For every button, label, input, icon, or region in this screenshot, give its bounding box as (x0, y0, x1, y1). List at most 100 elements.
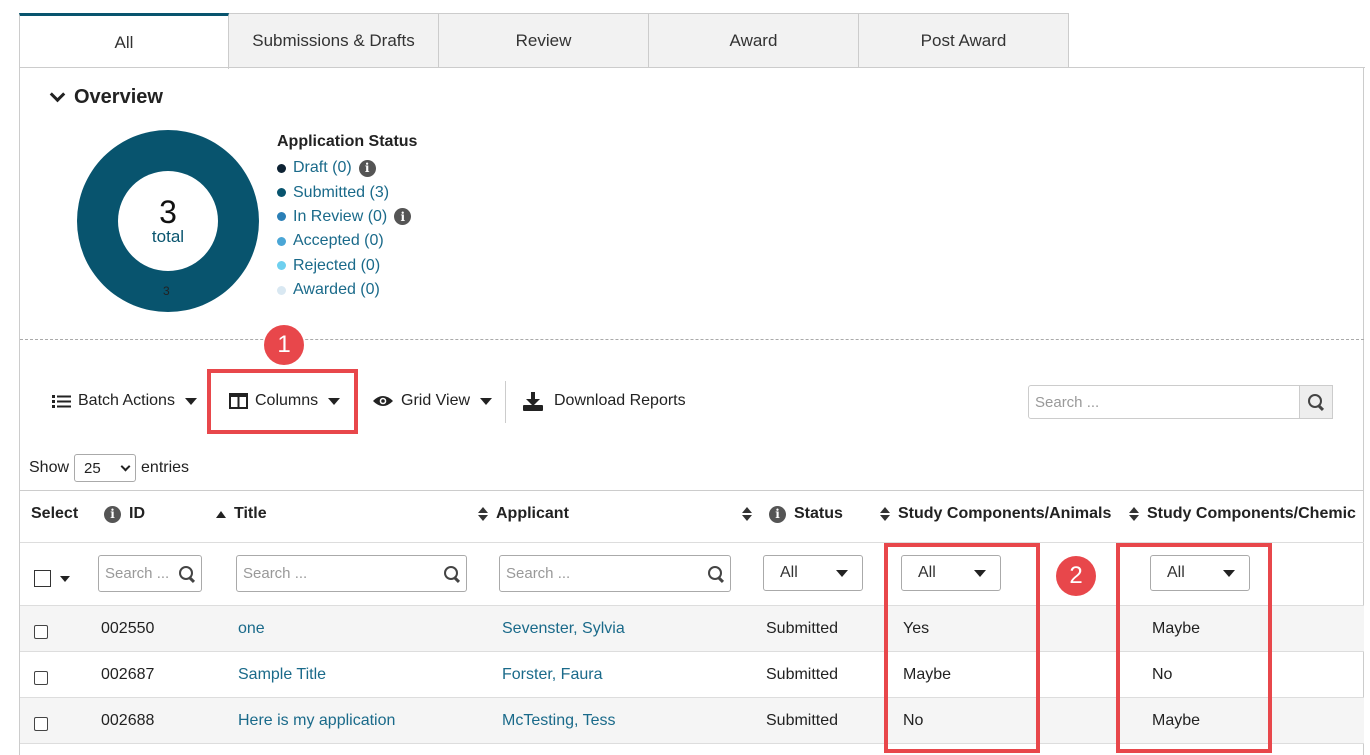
header-status[interactable]: i Status (742, 505, 843, 523)
header-study-chemicals[interactable]: Study Components/Chemic (1129, 505, 1364, 523)
legend-dot (277, 212, 286, 222)
legend-item: Submitted (3) (277, 180, 417, 204)
sort-icon (742, 507, 752, 521)
cell-status: Submitted (766, 712, 839, 729)
search-icon (1308, 394, 1324, 410)
sort-icon (880, 507, 890, 521)
legend-item: In Review (0) i (277, 205, 417, 229)
info-icon[interactable]: i (358, 159, 376, 177)
row-checkbox[interactable] (34, 671, 48, 685)
legend-item: Awarded (0) (277, 278, 417, 302)
header-id-label: ID (129, 505, 145, 522)
legend-dot (277, 163, 286, 173)
search-icon (444, 565, 460, 582)
section-divider (20, 339, 1364, 340)
title-filter-placeholder: Search ... (243, 565, 308, 582)
sort-icon (1129, 507, 1139, 521)
annotation-badge-2: 2 (1056, 556, 1096, 596)
applicant-filter-input[interactable]: Search ... (499, 555, 731, 592)
header-applicant-label: Applicant (496, 505, 569, 522)
search-button[interactable] (1299, 385, 1333, 419)
status-filter-select[interactable]: All (763, 555, 863, 591)
tab-review[interactable]: Review (439, 13, 649, 68)
cell-title-link[interactable]: Here is my application (238, 712, 395, 730)
download-reports-button[interactable]: Download Reports (523, 390, 686, 412)
tab-award[interactable]: Award (649, 13, 859, 68)
header-study-animals-label: Study Components/Animals (898, 505, 1112, 522)
cell-title-link[interactable]: Sample Title (238, 666, 326, 684)
status-donut-chart: 3 total 3 (77, 130, 259, 312)
page-size-select[interactable]: 25 (74, 454, 137, 482)
legend-dot (277, 285, 286, 295)
status-legend: Application Status Draft (0) i Submitted (… (277, 133, 417, 302)
chevron-down-icon (120, 461, 131, 471)
header-title[interactable]: Title (216, 505, 267, 523)
cell-id: 002688 (101, 712, 155, 729)
show-entries: Show 25 entries (29, 454, 189, 482)
chevron-down-icon (49, 86, 66, 103)
legend-link[interactable]: Submitted (3) (293, 184, 389, 202)
legend-link[interactable]: In Review (0) (293, 208, 387, 226)
tab-post-award[interactable]: Post Award (859, 13, 1069, 68)
cell-status: Submitted (766, 666, 839, 683)
row-checkbox[interactable] (34, 717, 48, 731)
tab-all[interactable]: All (19, 13, 229, 69)
table-top-border (20, 490, 1364, 491)
legend-item: Rejected (0) (277, 254, 417, 278)
cell-applicant-link[interactable]: Forster, Faura (502, 666, 602, 684)
tab-submissions-drafts[interactable]: Submissions & Drafts (229, 13, 439, 68)
cell-applicant-link[interactable]: Sevenster, Sylvia (502, 620, 625, 638)
header-applicant[interactable]: Applicant (478, 505, 569, 523)
header-study-animals[interactable]: Study Components/Animals (880, 505, 1111, 523)
search-icon (179, 565, 195, 582)
header-id[interactable]: i ID (104, 505, 145, 523)
batch-actions-button[interactable]: Batch Actions (52, 390, 197, 412)
info-icon[interactable]: i (769, 505, 786, 523)
title-filter-input[interactable]: Search ... (236, 555, 467, 592)
cell-title-link[interactable]: one (238, 620, 265, 638)
legend-link[interactable]: Draft (0) (293, 159, 352, 177)
global-search-input[interactable]: Search ... (1028, 385, 1300, 419)
header-status-label: Status (794, 505, 843, 522)
cell-id: 002687 (101, 666, 155, 683)
grid-view-label: Grid View (401, 392, 471, 409)
legend-title: Application Status (277, 133, 418, 150)
select-all-checkbox[interactable] (34, 570, 51, 587)
id-filter-input[interactable]: Search ... (98, 555, 202, 592)
header-select-label: Select (31, 505, 79, 522)
legend-item: Draft (0) i (277, 156, 417, 180)
legend-dot (277, 261, 286, 271)
download-icon (523, 391, 543, 411)
show-suffix: entries (141, 459, 190, 476)
annotation-badge-1: 1 (264, 325, 304, 365)
legend-item: Accepted (0) (277, 229, 417, 253)
sort-icon (478, 507, 488, 521)
row-checkbox[interactable] (34, 625, 48, 639)
overview-title: Overview (74, 86, 163, 108)
cell-applicant-link[interactable]: McTesting, Tess (502, 712, 616, 730)
download-reports-label: Download Reports (554, 392, 686, 409)
header-select: Select (31, 505, 78, 523)
donut-center: 3 total (118, 171, 218, 271)
grid-view-button[interactable]: Grid View (372, 390, 493, 412)
caret-down-icon (184, 397, 197, 405)
legend-dot (277, 236, 286, 246)
batch-actions-label: Batch Actions (78, 392, 175, 409)
tab-bar: All Submissions & Drafts Review Award Po… (19, 13, 1069, 69)
header-study-chemicals-label: Study Components/Chemic (1147, 505, 1356, 522)
list-icon (52, 394, 71, 408)
caret-down-icon[interactable] (60, 576, 70, 582)
header-title-label: Title (234, 505, 267, 522)
legend-link[interactable]: Accepted (0) (293, 232, 384, 250)
donut-total-label: total (151, 226, 185, 246)
overview-toggle[interactable]: Overview (49, 86, 163, 109)
legend-link[interactable]: Awarded (0) (293, 281, 380, 299)
info-icon[interactable]: i (104, 505, 121, 523)
cell-status: Submitted (766, 620, 839, 637)
legend-link[interactable]: Rejected (0) (293, 257, 380, 275)
search-placeholder: Search ... (1035, 393, 1100, 411)
info-icon[interactable]: i (394, 208, 412, 226)
applicant-filter-placeholder: Search ... (506, 565, 571, 582)
search-icon (708, 565, 724, 582)
eye-icon (373, 396, 393, 406)
